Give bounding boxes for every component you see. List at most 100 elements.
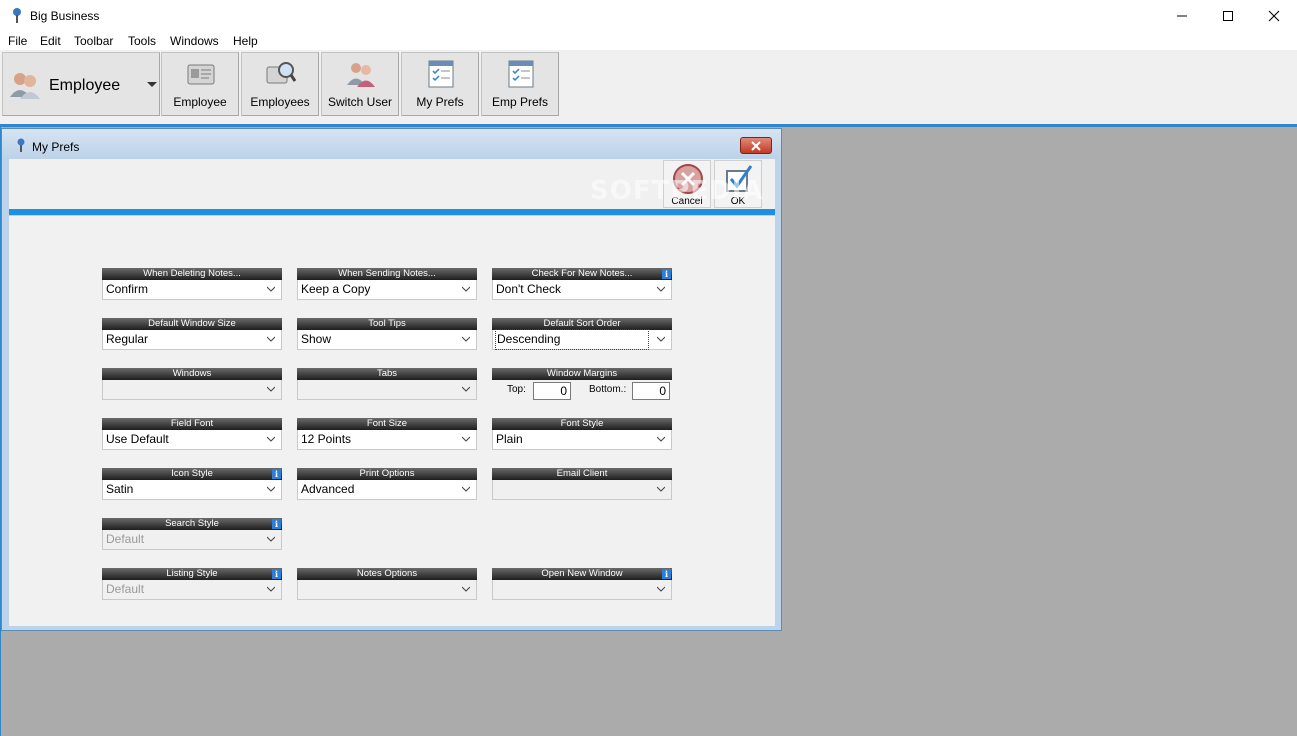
default-window-size-select[interactable]: Regular — [102, 330, 282, 350]
employees-search-icon — [266, 62, 296, 84]
select-value: Use Default — [106, 432, 169, 446]
maximize-button[interactable] — [1205, 0, 1251, 31]
bottom-margin-label: Bottom.: — [589, 384, 627, 395]
select-value: Plain — [496, 432, 523, 446]
emp-prefs-button[interactable]: Emp Prefs — [481, 52, 559, 116]
pref-tool-tips: Tool Tips Show — [297, 318, 477, 350]
chevron-down-icon — [657, 436, 665, 442]
tool-tips-select[interactable]: Show — [297, 330, 477, 350]
watermark: SOFTPEDIA — [590, 176, 764, 206]
window-margins-row: Top: 0 Bottom.: 0 — [492, 380, 672, 400]
checklist-icon — [508, 60, 534, 88]
emp-prefs-button-label: Emp Prefs — [491, 95, 548, 109]
app-pin-icon — [17, 138, 25, 152]
pref-label: Notes Options — [297, 568, 477, 580]
pref-label: When Deleting Notes... — [102, 268, 282, 280]
pref-print-options: Print Options Advanced — [297, 468, 477, 500]
menu-file[interactable]: File — [8, 34, 27, 48]
dialog-close-button[interactable] — [740, 137, 772, 154]
menu-windows[interactable]: Windows — [170, 34, 219, 48]
pref-when-sending-notes: When Sending Notes... Keep a Copy — [297, 268, 477, 300]
icon-style-select[interactable]: Satin — [102, 480, 282, 500]
when-sending-notes-select[interactable]: Keep a Copy — [297, 280, 477, 300]
pref-search-style: Search Style i Default — [102, 518, 282, 550]
menu-edit[interactable]: Edit — [40, 34, 61, 48]
chevron-down-icon — [462, 286, 470, 292]
window-title: Big Business — [30, 9, 100, 23]
pref-icon-style: Icon Style i Satin — [102, 468, 282, 500]
menu-tools[interactable]: Tools — [128, 34, 156, 48]
top-margin-input[interactable]: 0 — [533, 382, 571, 400]
search-style-select[interactable]: Default — [102, 530, 282, 550]
info-icon[interactable]: i — [272, 569, 281, 579]
my-prefs-button[interactable]: My Prefs — [401, 52, 479, 116]
switch-user-icon — [347, 63, 375, 87]
tabs-select[interactable] — [297, 380, 477, 400]
select-value: Don't Check — [496, 282, 561, 296]
field-font-select[interactable]: Use Default — [102, 430, 282, 450]
chevron-down-icon — [657, 336, 665, 342]
chevron-down-icon — [267, 336, 275, 342]
listing-style-select[interactable]: Default — [102, 580, 282, 600]
select-value: Default — [106, 532, 145, 546]
pref-label: Default Sort Order — [492, 318, 672, 330]
font-size-select[interactable]: 12 Points — [297, 430, 477, 450]
title-bar: Big Business — [0, 0, 1297, 31]
close-icon — [751, 140, 761, 151]
bottom-margin-input[interactable]: 0 — [632, 382, 670, 400]
chevron-down-icon — [462, 336, 470, 342]
select-value: Regular — [106, 332, 149, 346]
check-for-new-notes-select[interactable]: Don't Check — [492, 280, 672, 300]
pref-notes-options: Notes Options — [297, 568, 477, 600]
top-margin-label: Top: — [507, 384, 526, 395]
pref-check-for-new-notes: Check For New Notes... i Don't Check — [492, 268, 672, 300]
info-icon[interactable]: i — [662, 269, 671, 279]
pref-font-style: Font Style Plain — [492, 418, 672, 450]
select-value: Satin — [106, 482, 134, 496]
pref-label: Print Options — [297, 468, 477, 480]
chevron-down-icon — [657, 586, 665, 592]
email-client-select[interactable] — [492, 480, 672, 500]
chevron-down-icon — [657, 486, 665, 492]
chevron-down-icon — [462, 486, 470, 492]
pref-when-deleting-notes: When Deleting Notes... Confirm — [102, 268, 282, 300]
info-icon[interactable]: i — [272, 519, 281, 529]
chevron-down-icon — [267, 286, 275, 292]
dialog-title-bar[interactable]: My Prefs — [2, 129, 781, 159]
close-button[interactable] — [1251, 0, 1297, 31]
pref-label: Search Style i — [102, 518, 282, 530]
pref-default-window-size: Default Window Size Regular — [102, 318, 282, 350]
app-pin-icon — [13, 8, 21, 23]
minimize-button[interactable] — [1159, 0, 1205, 31]
module-selector-label: Employee — [49, 77, 121, 94]
menu-toolbar[interactable]: Toolbar — [74, 34, 113, 48]
pref-label: Icon Style i — [102, 468, 282, 480]
dialog-title: My Prefs — [32, 140, 80, 154]
info-icon[interactable]: i — [662, 569, 671, 579]
employees-button-label: Employees — [250, 95, 310, 109]
pref-label: Font Style — [492, 418, 672, 430]
pref-email-client: Email Client — [492, 468, 672, 500]
select-value: Advanced — [301, 482, 355, 496]
employees-button[interactable]: Employees — [241, 52, 319, 116]
default-sort-order-select[interactable]: Descending — [492, 329, 672, 350]
menu-bar: File Edit Toolbar Tools Windows Help — [0, 31, 1297, 50]
chevron-down-icon — [657, 286, 665, 292]
minimize-icon — [1177, 15, 1187, 16]
chevron-down-icon — [462, 386, 470, 392]
pref-tabs: Tabs — [297, 368, 477, 400]
pref-label: Windows — [102, 368, 282, 380]
switch-user-button[interactable]: Switch User — [321, 52, 399, 116]
menu-help[interactable]: Help — [233, 34, 258, 48]
notes-options-select[interactable] — [297, 580, 477, 600]
employee-button[interactable]: Employee — [161, 52, 239, 116]
font-style-select[interactable]: Plain — [492, 430, 672, 450]
module-selector[interactable]: Employee — [2, 52, 160, 116]
info-icon[interactable]: i — [272, 469, 281, 479]
open-new-window-select[interactable] — [492, 580, 672, 600]
windows-select[interactable] — [102, 380, 282, 400]
print-options-select[interactable]: Advanced — [297, 480, 477, 500]
when-deleting-notes-select[interactable]: Confirm — [102, 280, 282, 300]
chevron-down-icon — [267, 386, 275, 392]
users-icon — [10, 73, 40, 99]
